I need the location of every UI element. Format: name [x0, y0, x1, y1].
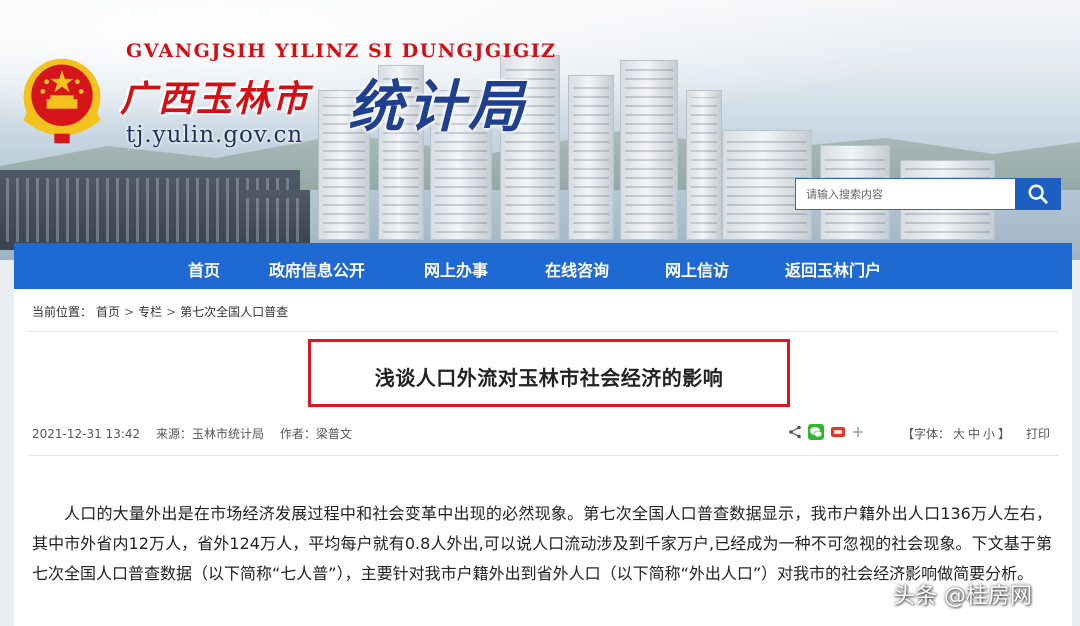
share-bar: [788, 424, 864, 440]
search-input[interactable]: [796, 180, 1016, 208]
title-highlight-box: 浅谈人口外流对玉林市社会经济的影响: [308, 339, 790, 407]
plus-icon[interactable]: [852, 426, 864, 438]
watermark: 头条 @桂房网: [893, 584, 1032, 609]
site-domain: tj.yulin.gov.cn: [126, 122, 304, 148]
font-size-label: 【字体：: [902, 427, 951, 441]
banner-building: [620, 60, 678, 240]
article-body: 人口的大量外出是在市场经济发展过程中和社会变革中出现的必然现象。第七次全国人口普…: [32, 504, 1052, 583]
nav-item-online-consult[interactable]: 在线咨询: [545, 257, 609, 281]
breadcrumb-separator: >: [124, 305, 135, 319]
font-medium-button[interactable]: 中: [968, 427, 980, 441]
breadcrumb-separator: >: [166, 305, 177, 319]
breadcrumb-census[interactable]: 第七次全国人口普查: [180, 305, 288, 319]
weibo-icon[interactable]: [830, 424, 846, 440]
banner-building: [568, 75, 614, 240]
article-author: 作者：梁普文: [279, 427, 352, 441]
breadcrumb-home[interactable]: 首页: [96, 305, 120, 319]
article-source: 来源：玉林市统计局: [155, 427, 264, 441]
article-card: 当前位置： 首页 > 专栏 > 第七次全国人口普查 浅谈人口外流对玉林市社会经济的影响 2…: [14, 289, 1072, 626]
breadcrumb: 当前位置： 首页 > 专栏 > 第七次全国人口普查: [32, 303, 292, 320]
search-button[interactable]: [1015, 178, 1061, 210]
nav-item-home[interactable]: 首页: [188, 257, 220, 281]
nav-item-yulin-portal[interactable]: 返回玉林门户: [785, 257, 881, 281]
font-large-button[interactable]: 大: [953, 427, 965, 441]
font-small-button[interactable]: 小: [983, 427, 995, 441]
breadcrumb-column[interactable]: 专栏: [138, 305, 162, 319]
site-bureau-name: 统计局: [348, 74, 528, 140]
nav-item-gov-info[interactable]: 政府信息公开: [269, 257, 365, 281]
search-icon: [1028, 184, 1048, 204]
print-button[interactable]: 打印: [1026, 425, 1050, 442]
main-nav: 首页 政府信息公开 网上办事 在线咨询 网上信访 返回玉林门户: [14, 243, 1072, 289]
font-size-control: 【字体：大中小】: [902, 425, 1013, 442]
article-meta: 2021-12-31 13:42 来源：玉林市统计局 作者：梁普文: [32, 425, 364, 442]
banner-building: [240, 190, 310, 250]
article-date: 2021-12-31 13:42: [32, 427, 141, 441]
breadcrumb-prefix: 当前位置：: [32, 305, 93, 319]
banner-building: [686, 90, 722, 240]
share-icon[interactable]: [788, 425, 802, 439]
site-roman-name: GVANGJSIH YILINZ SI DUNGJGIGIZ: [126, 40, 557, 62]
nav-item-online-petition[interactable]: 网上信访: [665, 257, 729, 281]
site-banner: GVANGJSIH YILINZ SI DUNGJGIGIZ 广西玉林市 统计局…: [0, 0, 1080, 260]
nav-item-online-services[interactable]: 网上办事: [424, 257, 488, 281]
search-box: [795, 178, 1061, 210]
national-emblem-icon: [23, 58, 101, 144]
font-size-label-end: 】: [998, 427, 1011, 441]
divider: [28, 331, 1058, 332]
divider: [28, 455, 1058, 456]
article-title: 浅谈人口外流对玉林市社会经济的影响: [374, 366, 724, 390]
site-city-name: 广西玉林市: [120, 78, 311, 120]
wechat-icon[interactable]: [808, 424, 824, 440]
